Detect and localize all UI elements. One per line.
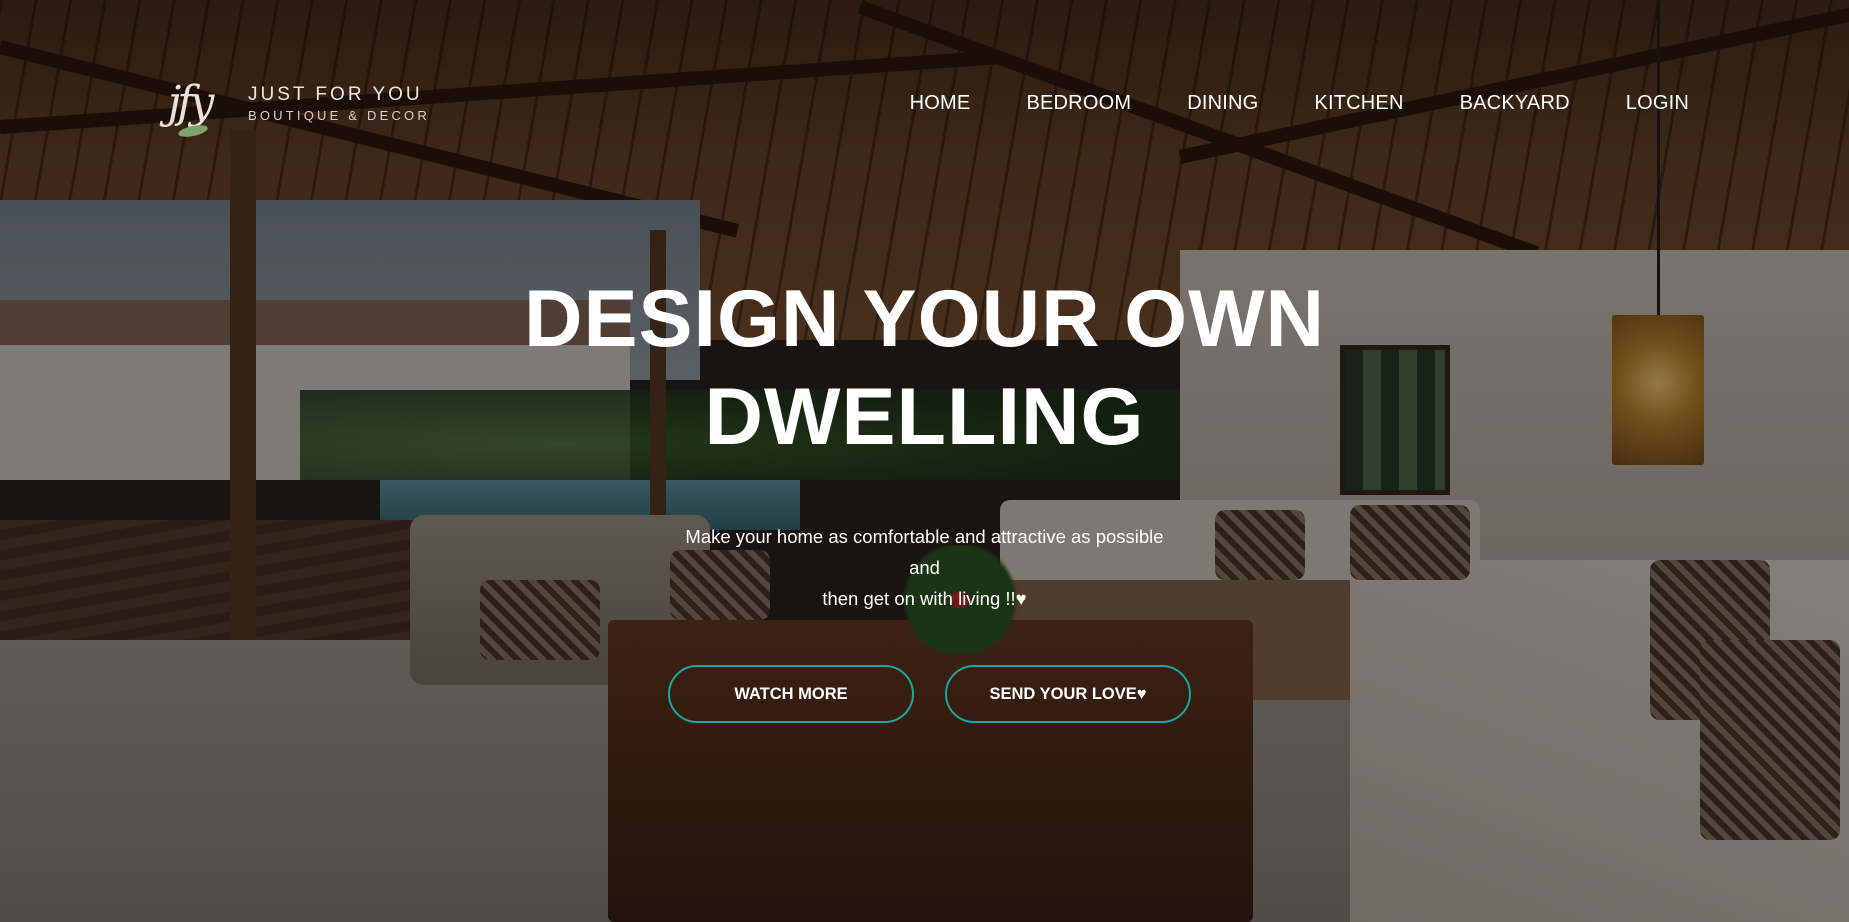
- nav-item-login[interactable]: LOGIN: [1626, 92, 1689, 115]
- hero-subtitle-line: and: [909, 557, 940, 578]
- nav-item-backyard[interactable]: BACKYARD: [1460, 92, 1570, 115]
- hero-subtitle: Make your home as comfortable and attrac…: [0, 521, 1849, 614]
- hero-subtitle-line: Make your home as comfortable and attrac…: [685, 526, 1164, 547]
- nav-item-bedroom[interactable]: BEDROOM: [1026, 92, 1131, 115]
- nav-item-home[interactable]: HOME: [910, 92, 971, 115]
- main-nav: HOME BEDROOM DINING KITCHEN BACKYARD LOG…: [910, 92, 1689, 115]
- hero-section: DESIGN YOUR OWN DWELLING Make your home …: [0, 270, 1849, 723]
- logo-text: JUST FOR YOU BOUTIQUE & DECOR: [248, 84, 430, 123]
- brand-logo-link[interactable]: jfy JUST FOR YOU BOUTIQUE & DECOR: [140, 66, 430, 140]
- watch-more-button[interactable]: WATCH MORE: [668, 665, 914, 723]
- brand-title: JUST FOR YOU: [248, 83, 423, 105]
- hero-buttons: WATCH MORE SEND YOUR LOVE♥: [0, 665, 1849, 723]
- logo-monogram-icon: jfy: [140, 66, 238, 140]
- nav-item-dining[interactable]: DINING: [1187, 92, 1258, 115]
- hero-title: DESIGN YOUR OWN DWELLING: [523, 274, 1326, 462]
- nav-item-kitchen[interactable]: KITCHEN: [1314, 92, 1403, 115]
- send-your-love-button[interactable]: SEND YOUR LOVE♥: [945, 665, 1191, 723]
- logo-monogram: jfy: [167, 77, 215, 128]
- brand-subtitle: BOUTIQUE & DECOR: [248, 107, 430, 123]
- hero-subtitle-line: then get on with living !!♥: [822, 588, 1027, 609]
